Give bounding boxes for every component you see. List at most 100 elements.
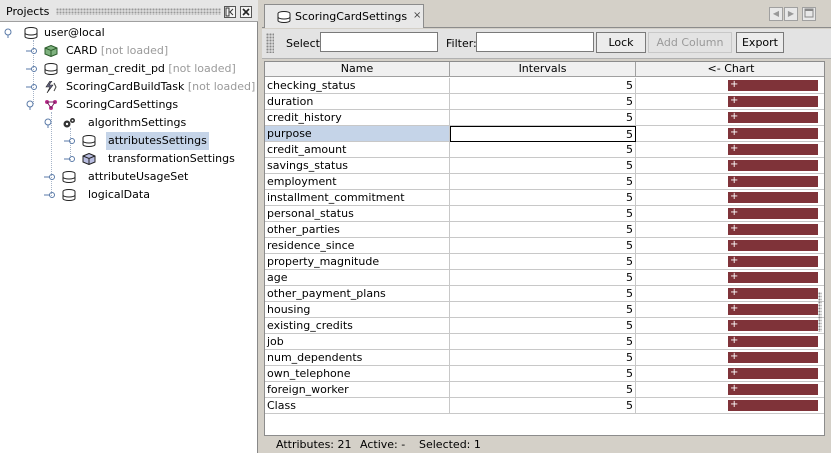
expand-plus-icon[interactable]: +: [730, 350, 738, 364]
collapsed-toggle-icon[interactable]: [26, 82, 38, 92]
table-row[interactable]: personal_status 5 +: [265, 206, 824, 222]
collapsed-toggle-icon[interactable]: [44, 190, 56, 200]
tree-item-attributes-settings[interactable]: attributesSettings: [64, 132, 254, 150]
interval-bar[interactable]: +: [728, 398, 818, 412]
cell-attribute-name[interactable]: credit_amount: [265, 142, 450, 158]
expand-plus-icon[interactable]: +: [730, 94, 738, 108]
cell-intervals[interactable]: 5: [450, 158, 636, 174]
table-row[interactable]: savings_status 5 +: [265, 158, 824, 174]
lock-button[interactable]: Lock: [596, 32, 646, 53]
expand-plus-icon[interactable]: +: [730, 78, 738, 92]
cell-intervals[interactable]: 5: [450, 350, 636, 366]
cell-attribute-name[interactable]: own_telephone: [265, 366, 450, 382]
interval-bar[interactable]: +: [728, 222, 818, 236]
interval-bar[interactable]: +: [728, 319, 818, 331]
cell-intervals[interactable]: 5: [450, 126, 636, 142]
cell-attribute-name[interactable]: property_magnitude: [265, 254, 450, 270]
cell-intervals[interactable]: 5: [450, 94, 636, 110]
cell-attribute-name[interactable]: Class: [265, 398, 450, 414]
cell-attribute-name[interactable]: foreign_worker: [265, 382, 450, 398]
select-input[interactable]: [320, 32, 438, 52]
table-row[interactable]: num_dependents 5 +: [265, 350, 824, 366]
tree-item-attribute-usage-set[interactable]: attributeUsageSet: [44, 168, 254, 186]
cell-chart[interactable]: +: [636, 158, 824, 174]
toolbar-drag-grip[interactable]: [266, 33, 274, 53]
table-row[interactable]: foreign_worker 5 +: [265, 382, 824, 398]
column-header-chart[interactable]: <- Chart: [636, 62, 824, 77]
cell-chart[interactable]: +: [636, 126, 824, 142]
interval-bar[interactable]: +: [728, 382, 818, 396]
interval-bar[interactable]: +: [728, 238, 818, 252]
cell-attribute-name[interactable]: other_payment_plans: [265, 286, 450, 302]
cell-attribute-name[interactable]: job: [265, 334, 450, 350]
table-row[interactable]: duration 5 +: [265, 94, 824, 110]
tree-item-transformation-settings[interactable]: transformationSettings: [64, 150, 254, 168]
expand-plus-icon[interactable]: +: [730, 286, 738, 300]
cell-intervals[interactable]: 5: [450, 398, 636, 414]
cell-chart[interactable]: +: [636, 398, 824, 414]
interval-bar[interactable]: +: [728, 159, 818, 171]
interval-bar[interactable]: +: [728, 94, 818, 108]
cell-attribute-name[interactable]: other_parties: [265, 222, 450, 238]
table-row[interactable]: installment_commitment 5 +: [265, 190, 824, 206]
expand-plus-icon[interactable]: +: [730, 190, 738, 204]
cell-intervals[interactable]: 5: [450, 366, 636, 382]
cell-chart[interactable]: +: [636, 222, 824, 238]
cell-chart[interactable]: +: [636, 174, 824, 190]
interval-bar[interactable]: +: [728, 350, 818, 364]
cell-chart[interactable]: +: [636, 334, 824, 350]
expand-plus-icon[interactable]: +: [730, 110, 738, 124]
expand-plus-icon[interactable]: +: [730, 206, 738, 220]
cell-attribute-name[interactable]: existing_credits: [265, 318, 450, 334]
collapsed-toggle-icon[interactable]: [44, 172, 56, 182]
tab-scoring-card-settings[interactable]: ScoringCardSettings ×: [264, 4, 424, 28]
cell-attribute-name[interactable]: duration: [265, 94, 450, 110]
interval-bar[interactable]: +: [728, 286, 818, 300]
cell-attribute-name[interactable]: checking_status: [265, 78, 450, 94]
cell-chart[interactable]: +: [636, 190, 824, 206]
cell-attribute-name[interactable]: num_dependents: [265, 350, 450, 366]
cell-intervals[interactable]: 5: [450, 270, 636, 286]
restore-window-button[interactable]: [802, 7, 816, 21]
table-row[interactable]: employment 5 +: [265, 174, 824, 190]
projects-drag-grip[interactable]: [56, 8, 221, 15]
cell-attribute-name[interactable]: age: [265, 270, 450, 286]
cell-chart[interactable]: +: [636, 366, 824, 382]
expand-plus-icon[interactable]: +: [730, 398, 738, 412]
scroll-tabs-left-button[interactable]: ◀: [769, 7, 783, 21]
cell-chart[interactable]: +: [636, 206, 824, 222]
table-row[interactable]: other_payment_plans 5 +: [265, 286, 824, 302]
expanded-toggle-icon[interactable]: [4, 28, 16, 38]
cell-chart[interactable]: +: [636, 238, 824, 254]
scroll-tabs-right-button[interactable]: ▶: [784, 7, 798, 21]
expand-plus-icon[interactable]: +: [730, 382, 738, 396]
expanded-toggle-icon[interactable]: [26, 100, 38, 110]
tree-item-user-local[interactable]: user@local: [4, 24, 254, 42]
table-row[interactable]: age 5 +: [265, 270, 824, 286]
cell-attribute-name[interactable]: employment: [265, 174, 450, 190]
cell-chart[interactable]: +: [636, 78, 824, 94]
tree-item-logical-data[interactable]: logicalData: [44, 186, 254, 204]
expand-plus-icon[interactable]: +: [730, 238, 738, 252]
collapsed-toggle-icon[interactable]: [26, 46, 38, 56]
table-row[interactable]: checking_status 5 +: [265, 78, 824, 94]
tree-item-german-credit-pd[interactable]: german_credit_pd [not loaded]: [26, 60, 254, 78]
cell-attribute-name[interactable]: credit_history: [265, 110, 450, 126]
export-button[interactable]: Export: [736, 32, 784, 53]
expand-plus-icon[interactable]: +: [730, 222, 738, 236]
cell-attribute-name[interactable]: housing: [265, 302, 450, 318]
cell-intervals[interactable]: 5: [450, 318, 636, 334]
expand-plus-icon[interactable]: +: [730, 254, 738, 268]
resize-grip[interactable]: [818, 292, 822, 332]
collapsed-toggle-icon[interactable]: [64, 136, 76, 146]
cell-attribute-name[interactable]: installment_commitment: [265, 190, 450, 206]
collapsed-toggle-icon[interactable]: [64, 154, 76, 164]
expand-plus-icon[interactable]: +: [730, 366, 738, 380]
cell-attribute-name[interactable]: residence_since: [265, 238, 450, 254]
cell-chart[interactable]: +: [636, 94, 824, 110]
expand-plus-icon[interactable]: +: [730, 302, 738, 316]
table-row[interactable]: other_parties 5 +: [265, 222, 824, 238]
cell-chart[interactable]: +: [636, 270, 824, 286]
cell-intervals[interactable]: 5: [450, 190, 636, 206]
cell-intervals[interactable]: 5: [450, 302, 636, 318]
